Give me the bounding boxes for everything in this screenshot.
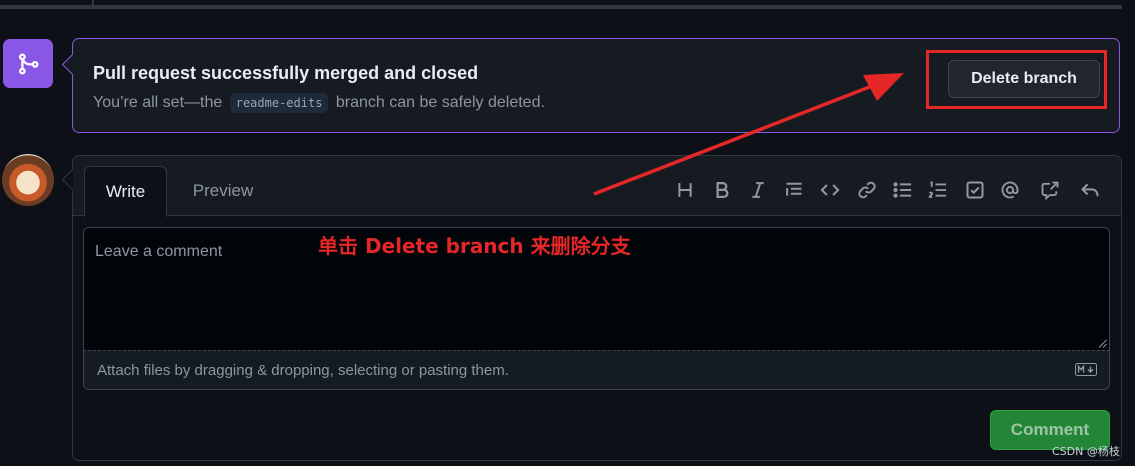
ordered-list-icon[interactable]: [925, 177, 951, 203]
heading-icon[interactable]: [672, 177, 698, 203]
description-suffix: branch can be safely deleted.: [335, 94, 545, 111]
bold-icon[interactable]: [709, 177, 735, 203]
quote-icon[interactable]: [781, 177, 807, 203]
timeline-top-border: [0, 5, 1122, 9]
unordered-list-icon[interactable]: [890, 177, 916, 203]
task-list-icon[interactable]: [962, 177, 988, 203]
mention-icon[interactable]: [997, 177, 1023, 203]
merged-status-badge: [3, 39, 53, 88]
formatting-toolbar: [73, 177, 1121, 203]
link-icon[interactable]: [854, 177, 880, 203]
git-merge-icon: [19, 53, 39, 74]
cross-reference-icon[interactable]: [1037, 177, 1063, 203]
attach-files-bar[interactable]: Attach files by dragging & dropping, sel…: [83, 350, 1110, 390]
italic-icon[interactable]: [745, 177, 771, 203]
merge-status-description: You’re all set—the readme-edits branch c…: [93, 93, 545, 113]
markdown-icon[interactable]: [1075, 363, 1097, 376]
reply-icon[interactable]: [1077, 177, 1103, 203]
watermark: CSDN @杨枝: [1052, 445, 1120, 458]
attach-files-text: Attach files by dragging & dropping, sel…: [97, 362, 509, 379]
comment-composer: Write Preview Leave a comment Attach fil…: [72, 155, 1122, 461]
avatar[interactable]: [2, 154, 54, 206]
description-prefix: You’re all set—the: [93, 94, 223, 111]
code-icon[interactable]: [817, 177, 843, 203]
merge-status-title: Pull request successfully merged and clo…: [93, 63, 479, 83]
resize-handle-icon[interactable]: [1098, 339, 1107, 348]
annotation-text: 单击 Delete branch 来删除分支: [318, 234, 631, 258]
highlight-box: [926, 50, 1107, 109]
comment-placeholder: Leave a comment: [95, 243, 223, 260]
branch-name: readme-edits: [229, 93, 329, 113]
composer-tabs-bar: Write Preview: [73, 156, 1121, 217]
timeline-tick: [92, 0, 94, 7]
